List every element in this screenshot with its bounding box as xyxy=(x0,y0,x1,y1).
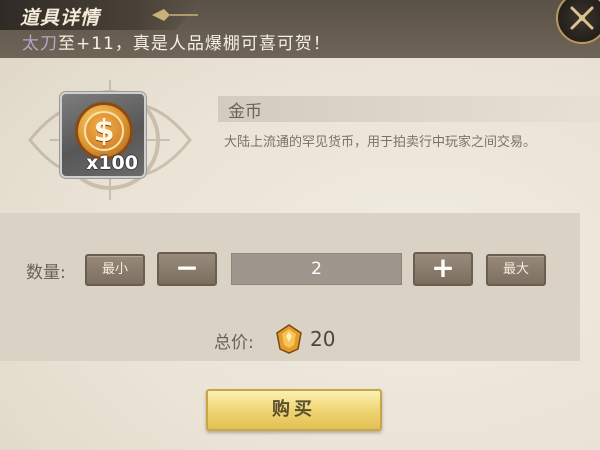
buy-button[interactable]: 购买 xyxy=(206,389,382,431)
quantity-input[interactable]: 2 xyxy=(231,253,402,285)
total-price-label: 总价: xyxy=(214,333,254,353)
item-icon-frame[interactable]: $ x100 xyxy=(60,92,146,178)
min-button[interactable]: 最小 xyxy=(85,254,145,286)
close-icon xyxy=(570,6,594,30)
banner-faded-text: 太刀 xyxy=(22,34,58,54)
minus-button[interactable]: − xyxy=(157,252,217,286)
quantity-label: 数量: xyxy=(26,263,66,283)
title-ornament-icon xyxy=(152,9,198,21)
item-name: 金币 xyxy=(228,102,262,122)
header-bar: 道具详情 太刀至+11，真是人品爆棚可喜可贺！ xyxy=(0,0,600,58)
plus-button[interactable]: + xyxy=(413,252,473,286)
item-detail-panel: 道具详情 太刀至+11，真是人品爆棚可喜可贺！ $ x100 金币 大陆上流通的… xyxy=(0,0,600,450)
item-name-bar: 金币 xyxy=(218,96,600,122)
banner-text: 至+11，真是人品爆棚可喜可贺！ xyxy=(58,34,331,54)
coin-dollar-symbol: $ xyxy=(84,111,124,151)
broadcast-banner: 太刀至+11，真是人品爆棚可喜可贺！ xyxy=(0,30,600,58)
item-quantity-badge: x100 xyxy=(86,152,138,174)
item-description: 大陆上流通的罕见货币，用于拍卖行中玩家之间交易。 xyxy=(224,135,537,150)
panel-title: 道具详情 xyxy=(20,7,101,29)
amber-gem-icon xyxy=(276,324,302,354)
total-price-value: 20 xyxy=(310,327,336,351)
max-button[interactable]: 最大 xyxy=(486,254,546,286)
